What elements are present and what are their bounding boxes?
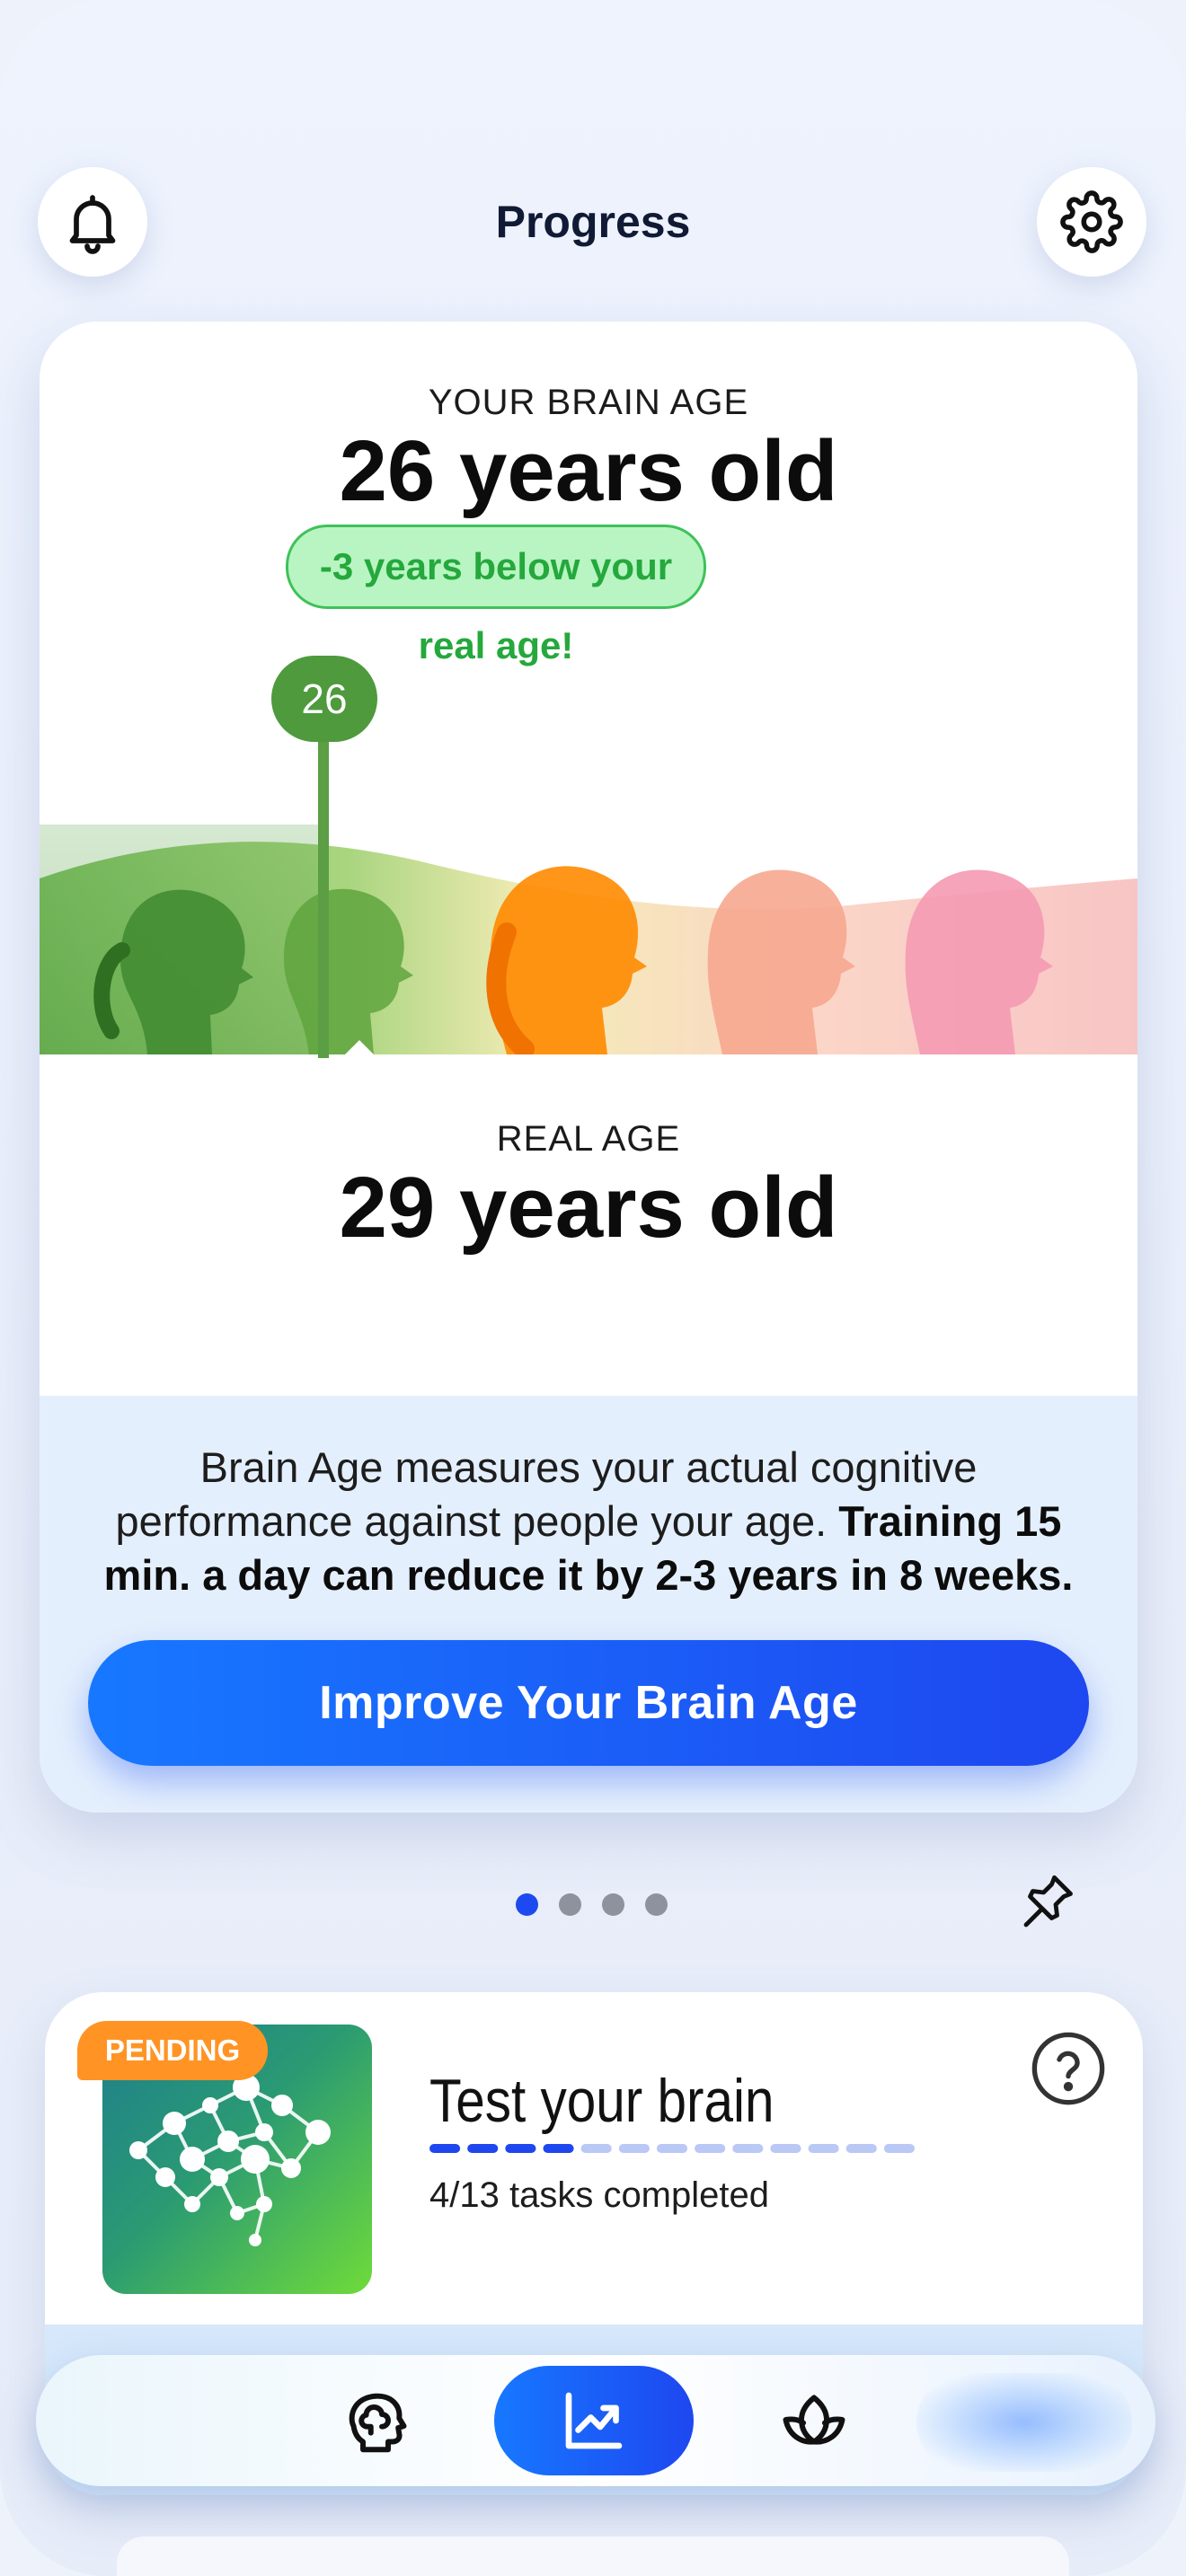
- task-progress-segment: [808, 2144, 839, 2153]
- pin-icon[interactable]: [1015, 1868, 1080, 1933]
- task-progress-segment: [429, 2144, 461, 2153]
- brain-age-marker-line: [318, 738, 329, 1058]
- task-progress-segment: [580, 2144, 612, 2153]
- real-age-label: REAL AGE: [496, 1119, 681, 1159]
- help-icon[interactable]: [1030, 2030, 1107, 2107]
- task-progress-segment: [505, 2144, 536, 2153]
- brain-age-description: Brain Age measures your actual cognitive…: [84, 1441, 1093, 1602]
- task-progress-segment: [618, 2144, 650, 2153]
- pager-dot-3[interactable]: [602, 1893, 624, 1916]
- pending-badge: PENDING: [77, 2021, 268, 2080]
- task-progress-segment: [770, 2144, 801, 2153]
- improve-brain-age-button[interactable]: Improve Your Brain Age: [88, 1640, 1089, 1766]
- task-progress-segment: [732, 2144, 764, 2153]
- lotus-icon: [783, 2395, 845, 2445]
- nav-progress-tab[interactable]: [494, 2366, 694, 2475]
- tasks-completed-text: 4/13 tasks completed: [429, 2175, 769, 2215]
- pager-dot-2[interactable]: [559, 1893, 581, 1916]
- nav-brain-tab[interactable]: [331, 2375, 420, 2465]
- task-progress-segment: [695, 2144, 726, 2153]
- task-progress-segment: [883, 2144, 915, 2153]
- pager-dot-4[interactable]: [645, 1893, 668, 1916]
- test-card-title: Test your brain: [429, 2067, 774, 2135]
- task-progress-segment: [656, 2144, 688, 2153]
- gear-icon: [1060, 190, 1123, 253]
- next-card-peek: [117, 2536, 1069, 2576]
- pager-dot-1[interactable]: [516, 1893, 538, 1916]
- task-progress-segment: [845, 2144, 877, 2153]
- brain-age-value: 26 years old: [339, 423, 838, 519]
- app-screen: Progress YOUR BRAIN AGE 26 years old -3 …: [0, 0, 1186, 2576]
- page-title: Progress: [495, 197, 691, 247]
- carousel-pager: [516, 1893, 668, 1916]
- brain-icon: [349, 2393, 407, 2453]
- task-progress-segment: [543, 2144, 574, 2153]
- nav-glow: [916, 2373, 1132, 2472]
- bottom-nav: [36, 2355, 1155, 2486]
- brain-age-label: YOUR BRAIN AGE: [428, 383, 749, 422]
- progress-chart-icon: [565, 2392, 623, 2449]
- age-difference-badge: -3 years below your real age!: [286, 525, 706, 666]
- real-age-value: 29 years old: [339, 1160, 838, 1256]
- nav-mindfulness-tab[interactable]: [769, 2375, 859, 2465]
- age-progression-illustration: [40, 825, 1137, 1054]
- brain-age-marker: 26: [271, 656, 377, 742]
- settings-button[interactable]: [1037, 167, 1146, 277]
- task-progress-bar: [429, 2144, 915, 2153]
- task-progress-segment: [467, 2144, 499, 2153]
- brain-age-card: YOUR BRAIN AGE 26 years old -3 years bel…: [40, 322, 1137, 1813]
